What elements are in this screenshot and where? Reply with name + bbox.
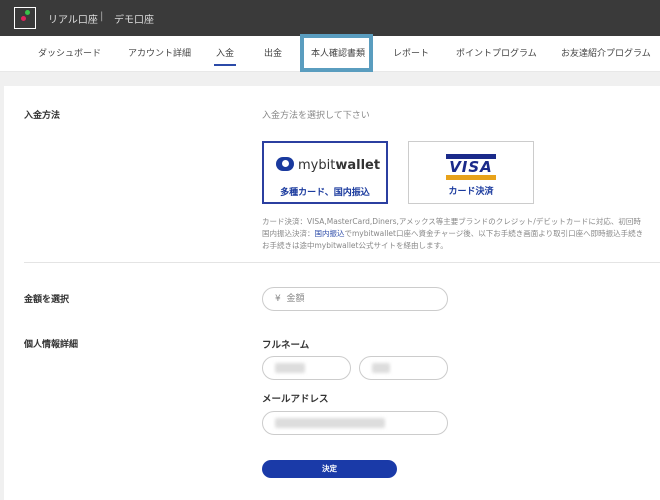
card-payment-description: カード決済：VISA,MasterCard,Diners,アメックス等主要ブラン… — [262, 217, 641, 226]
bank-transfer-description: 国内振込決済：国内振込でmybitwallet口座へ資金チャージ後、以下お手続き… — [262, 228, 643, 239]
last-name-field[interactable] — [359, 356, 448, 380]
procedure-note: お手続きは途中mybitwallet公式サイトを経由します。 — [262, 241, 448, 250]
nav-account-details[interactable]: アカウント詳細 — [128, 36, 191, 72]
mybitwallet-brand-light: mybit — [298, 158, 336, 173]
email-label: メールアドレス — [262, 394, 329, 405]
bank-transfer-prefix: 国内振込決済： — [262, 229, 315, 238]
nav-withdraw[interactable]: 出金 — [264, 36, 282, 72]
currency-symbol: ¥ — [275, 294, 281, 304]
visa-stripe-bottom — [446, 175, 496, 180]
email-blurred-value — [275, 417, 385, 428]
personal-info-label: 個人情報詳細 — [24, 340, 79, 350]
last-name-blurred-value — [372, 362, 390, 373]
visa-option[interactable]: VISA カード決済 — [408, 141, 534, 204]
deposit-panel: 入金方法 入金方法を選択して下さい mybitwallet 多種カード、国内振込… — [4, 86, 660, 500]
nav-referral-program[interactable]: お友達紹介プログラム — [561, 36, 651, 72]
visa-logo-text: VISA — [449, 158, 493, 176]
bank-transfer-suffix: でmybitwallet口座へ資金チャージ後、以下お手続き画面より取引口座へ即時… — [344, 229, 644, 238]
mybitwallet-mark-icon — [276, 157, 294, 171]
submit-button[interactable]: 決定 — [262, 460, 397, 478]
account-separator: | — [100, 11, 104, 22]
real-account-link[interactable]: リアル口座 — [48, 11, 98, 26]
nav-deposit[interactable]: 入金 — [213, 36, 237, 72]
fullname-label: フルネーム — [262, 340, 310, 351]
visa-logo: VISA — [446, 154, 496, 182]
first-name-field[interactable] — [262, 356, 351, 380]
logo-dot-green — [25, 10, 30, 15]
deposit-method-label: 入金方法 — [24, 111, 61, 121]
deposit-method-hint: 入金方法を選択して下さい — [262, 111, 370, 121]
mybitwallet-caption: 多種カード、国内振込 — [280, 188, 370, 198]
mybitwallet-brand-bold: wallet — [335, 158, 381, 173]
mybitwallet-option[interactable]: mybitwallet 多種カード、国内振込 — [262, 141, 388, 204]
first-name-blurred-value — [275, 362, 305, 373]
nav-highlight-box — [300, 34, 373, 72]
visa-caption: カード決済 — [448, 187, 494, 197]
amount-input[interactable]: ¥ 金額 — [262, 287, 448, 311]
nav-dashboard[interactable]: ダッシュボード — [38, 36, 101, 72]
amount-placeholder: 金額 — [286, 294, 305, 304]
nav-reports[interactable]: レポート — [393, 36, 429, 72]
section-divider — [24, 262, 660, 263]
bank-transfer-link[interactable]: 国内振込 — [315, 229, 345, 238]
demo-account-link[interactable]: デモ口座 — [114, 11, 154, 26]
nav-points-program[interactable]: ポイントプログラム — [456, 36, 537, 72]
logo-dot-red — [21, 16, 26, 21]
amount-label: 金額を選択 — [24, 295, 70, 305]
top-bar: リアル口座 | デモ口座 — [0, 0, 660, 36]
app-logo[interactable] — [14, 7, 36, 29]
email-field[interactable] — [262, 411, 448, 435]
mybitwallet-logo: mybitwallet — [276, 157, 380, 173]
